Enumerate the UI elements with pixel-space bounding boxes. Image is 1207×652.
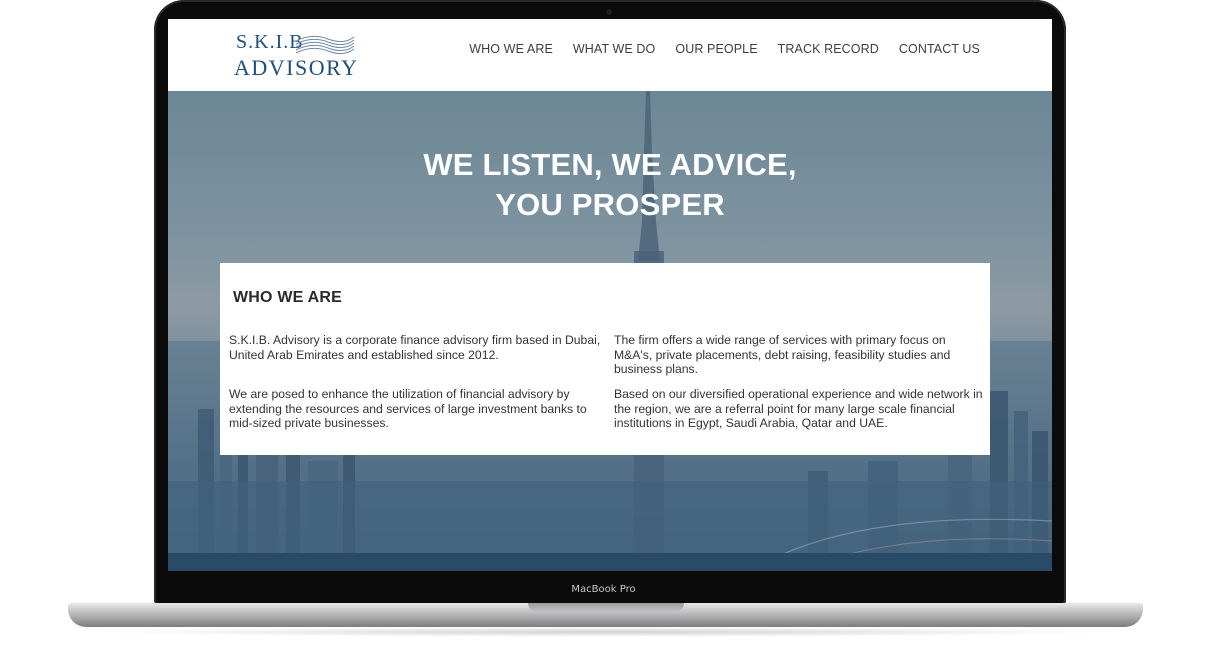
site-header: S.K.I.B ADVISORY WHO WE ARE WHAT WE DO O… <box>168 19 1052 91</box>
logo-wave-icon <box>295 35 355 55</box>
hero-bottom-band <box>168 553 1052 571</box>
logo-line-2: ADVISORY <box>234 55 359 80</box>
camera-icon <box>606 9 612 15</box>
main-nav: WHO WE ARE WHAT WE DO OUR PEOPLE TRACK R… <box>469 42 980 56</box>
nav-who-we-are[interactable]: WHO WE ARE <box>469 42 553 56</box>
about-paragraph: We are posed to enhance the utilization … <box>229 387 587 430</box>
hero-heading: WE LISTEN, WE ADVICE, YOU PROSPER <box>168 145 1052 225</box>
nav-contact-us[interactable]: CONTACT US <box>899 42 980 56</box>
about-paragraph: Based on our diversified operational exp… <box>614 387 983 430</box>
nav-our-people[interactable]: OUR PEOPLE <box>675 42 757 56</box>
hero-heading-line-1: WE LISTEN, WE ADVICE, <box>423 147 797 182</box>
about-paragraph: S.K.I.B. Advisory is a corporate finance… <box>229 333 601 362</box>
hero-heading-line-2: YOU PROSPER <box>495 187 725 222</box>
logo[interactable]: S.K.I.B ADVISORY <box>234 31 358 81</box>
laptop-screen: S.K.I.B ADVISORY WHO WE ARE WHAT WE DO O… <box>168 19 1052 571</box>
nav-track-record[interactable]: TRACK RECORD <box>778 42 879 56</box>
who-we-are-card: WHO WE ARE S.K.I.B. Advisory is a corpor… <box>220 263 990 455</box>
nav-what-we-do[interactable]: WHAT WE DO <box>573 42 655 56</box>
model-label: MacBook Pro <box>571 584 636 595</box>
laptop-shadow <box>90 627 1120 637</box>
about-paragraph: The firm offers a wide range of services… <box>614 333 951 376</box>
section-title: WHO WE ARE <box>233 289 342 306</box>
laptop-notch <box>528 603 684 612</box>
